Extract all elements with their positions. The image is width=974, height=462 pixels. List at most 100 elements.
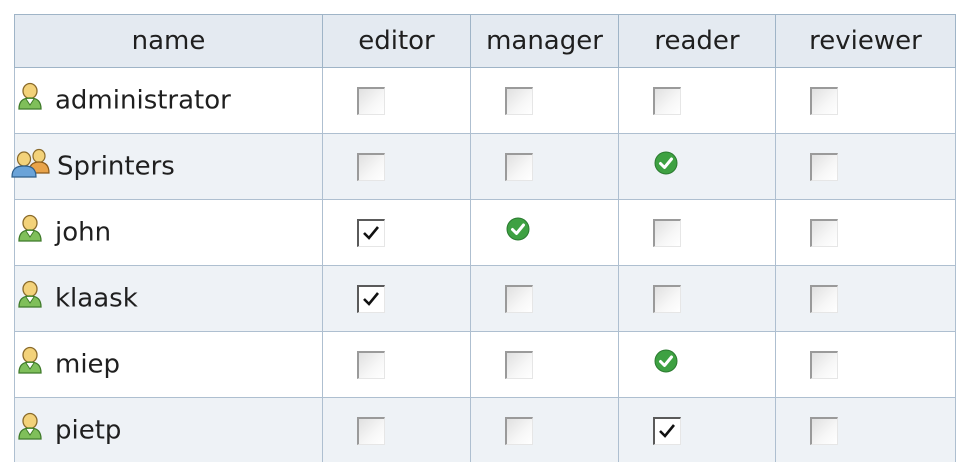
role-cell-manager: [470, 199, 619, 266]
role-checkbox-reviewer[interactable]: [810, 86, 838, 116]
header-row: name editor manager reader reviewer: [14, 14, 956, 68]
checkbox-checked[interactable]: [653, 417, 681, 445]
role-cell-reader: [618, 265, 776, 332]
principal-name: klaask: [55, 283, 138, 314]
role-checkbox-editor[interactable]: [357, 284, 385, 314]
checkbox-unchecked[interactable]: [810, 417, 838, 445]
sharing-panel: name editor manager reader reviewer admi…: [0, 0, 974, 462]
table-row: miep: [14, 331, 956, 398]
role-cell-manager: [470, 331, 619, 398]
role-checkbox-editor[interactable]: [357, 152, 385, 182]
checkbox-checked[interactable]: [357, 219, 385, 247]
role-cell-editor: [322, 133, 471, 200]
role-checkbox-editor[interactable]: [357, 350, 385, 380]
principal-name: john: [55, 217, 112, 248]
checkbox-unchecked[interactable]: [653, 87, 681, 115]
table-row: john: [14, 199, 956, 266]
column-header-editor[interactable]: editor: [322, 14, 471, 68]
table-row: Sprinters: [11, 133, 956, 200]
role-checkbox-manager[interactable]: [505, 152, 533, 182]
role-checkbox-editor[interactable]: [357, 416, 385, 446]
checkbox-unchecked[interactable]: [505, 351, 533, 379]
column-header-reader[interactable]: reader: [618, 14, 776, 68]
sharing-table: name editor manager reader reviewer admi…: [11, 14, 956, 462]
acquired-role-icon: [653, 150, 679, 183]
role-checkbox-reviewer[interactable]: [810, 152, 838, 182]
user-icon: [15, 82, 45, 119]
checkbox-unchecked[interactable]: [810, 219, 838, 247]
role-cell-reader: [618, 133, 776, 200]
role-cell-reviewer: [775, 265, 956, 332]
column-header-name[interactable]: name: [14, 14, 323, 68]
acquired-role-icon: [505, 216, 531, 249]
group-icon: [9, 148, 53, 185]
role-cell-manager: [470, 397, 619, 462]
role-cell-editor: [322, 199, 471, 266]
checkbox-unchecked[interactable]: [357, 153, 385, 181]
principal-cell: pietp: [14, 397, 323, 462]
role-cell-reader: [618, 331, 776, 398]
role-checkbox-reader[interactable]: [653, 284, 681, 314]
role-checkbox-reviewer[interactable]: [810, 218, 838, 248]
role-checkbox-reader[interactable]: [653, 218, 681, 248]
table-row: administrator: [14, 67, 956, 134]
role-cell-manager: [470, 67, 619, 134]
column-header-manager[interactable]: manager: [470, 14, 619, 68]
role-checkbox-manager[interactable]: [505, 416, 533, 446]
checkbox-unchecked[interactable]: [505, 153, 533, 181]
role-checkbox-reviewer[interactable]: [810, 284, 838, 314]
principal-cell: Sprinters: [11, 133, 323, 200]
user-icon: [15, 346, 45, 383]
checkbox-unchecked[interactable]: [505, 87, 533, 115]
role-cell-reviewer: [775, 133, 956, 200]
checkbox-unchecked[interactable]: [653, 285, 681, 313]
role-cell-reader: [618, 199, 776, 266]
role-cell-reviewer: [775, 199, 956, 266]
principal-name: miep: [55, 349, 121, 380]
principal-name: pietp: [55, 415, 122, 446]
role-cell-manager: [470, 265, 619, 332]
checkbox-unchecked[interactable]: [810, 285, 838, 313]
role-checkbox-manager[interactable]: [505, 350, 533, 380]
checkbox-unchecked[interactable]: [357, 351, 385, 379]
user-icon: [15, 214, 45, 251]
checkbox-unchecked[interactable]: [505, 285, 533, 313]
role-cell-reviewer: [775, 397, 956, 462]
role-checkbox-editor[interactable]: [357, 86, 385, 116]
checkbox-unchecked[interactable]: [810, 153, 838, 181]
role-checkbox-editor[interactable]: [357, 218, 385, 248]
table-row: pietp: [14, 397, 956, 462]
principal-name: Sprinters: [57, 151, 175, 182]
role-checkbox-manager[interactable]: [505, 284, 533, 314]
role-cell-reader: [618, 67, 776, 134]
checkbox-unchecked[interactable]: [653, 219, 681, 247]
role-cell-editor: [322, 265, 471, 332]
role-cell-editor: [322, 67, 471, 134]
checkbox-unchecked[interactable]: [357, 87, 385, 115]
principal-cell: klaask: [14, 265, 323, 332]
principal-cell: administrator: [14, 67, 323, 134]
checkbox-checked[interactable]: [357, 285, 385, 313]
role-cell-reviewer: [775, 67, 956, 134]
column-header-reviewer[interactable]: reviewer: [775, 14, 956, 68]
user-icon: [15, 412, 45, 449]
principal-name: administrator: [55, 85, 231, 116]
checkbox-unchecked[interactable]: [505, 417, 533, 445]
checkbox-unchecked[interactable]: [810, 351, 838, 379]
role-cell-manager: [470, 133, 619, 200]
role-checkbox-reviewer[interactable]: [810, 416, 838, 446]
user-icon: [15, 280, 45, 317]
role-cell-reviewer: [775, 331, 956, 398]
role-cell-editor: [322, 331, 471, 398]
checkbox-unchecked[interactable]: [810, 87, 838, 115]
principal-cell: john: [14, 199, 323, 266]
principal-cell: miep: [14, 331, 323, 398]
role-checkbox-reader[interactable]: [653, 416, 681, 446]
role-checkbox-reviewer[interactable]: [810, 350, 838, 380]
role-checkbox-reader[interactable]: [653, 86, 681, 116]
role-cell-reader: [618, 397, 776, 462]
checkbox-unchecked[interactable]: [357, 417, 385, 445]
role-checkbox-manager[interactable]: [505, 86, 533, 116]
acquired-role-icon: [653, 348, 679, 381]
role-cell-editor: [322, 397, 471, 462]
